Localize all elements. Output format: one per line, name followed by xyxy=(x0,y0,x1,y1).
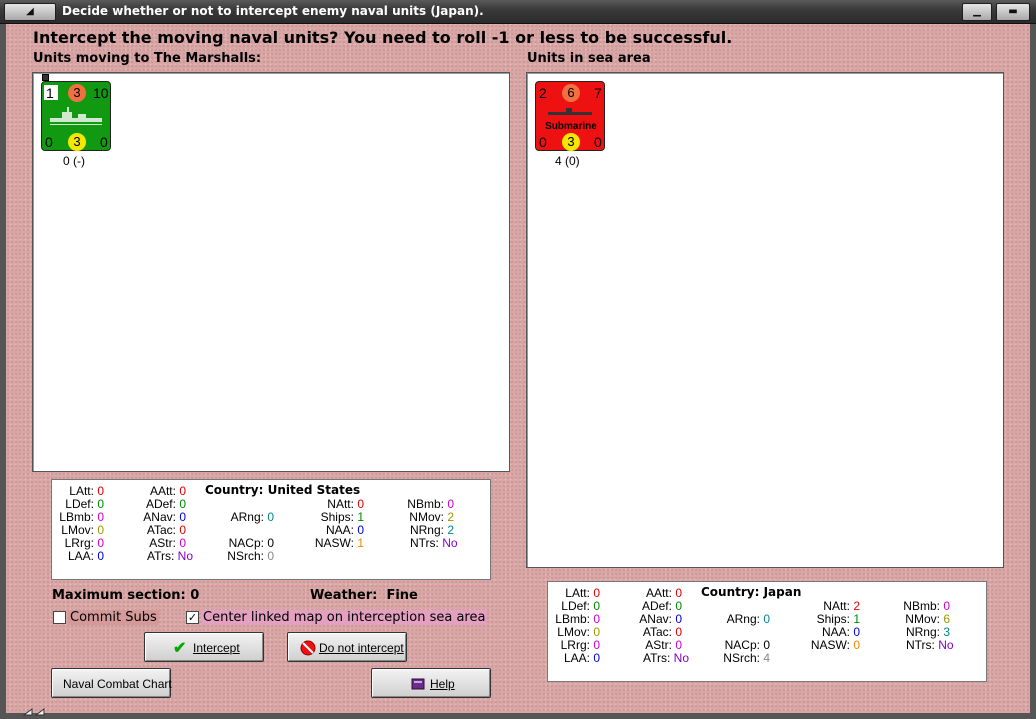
counter-bot-mid: 3 xyxy=(562,133,580,151)
stat-lrrg: LRrg: 0 xyxy=(560,638,600,652)
stat-nbmb: NBmb: 0 xyxy=(903,599,950,613)
unit-counter-caption: 0 (-) xyxy=(63,154,85,168)
system-menu-button[interactable]: ◢ xyxy=(4,3,56,21)
unit-marker-icon xyxy=(42,74,49,81)
center-map-checkbox[interactable]: ✓ xyxy=(186,611,199,624)
unit-counter-caption: 4 (0) xyxy=(555,154,580,168)
stat-ntrs: NTrs: No xyxy=(906,638,954,652)
window-title: Decide whether or not to intercept enemy… xyxy=(62,4,484,18)
stat-nmov: NMov: 2 xyxy=(409,510,454,524)
stat-adef: ADef: 0 xyxy=(641,599,682,613)
stat-natt: NAtt: 2 xyxy=(823,599,860,613)
stat-nacp: NACp: 0 xyxy=(228,536,274,550)
close-icon: ▬ xyxy=(1008,6,1018,17)
warship-icon xyxy=(50,107,102,125)
counter-bot-right: 0 xyxy=(594,134,602,150)
stat-nsrch: NSrch: 4 xyxy=(723,651,770,665)
weather-label: Weather: Fine xyxy=(310,588,418,603)
stat-arng: ARng: 0 xyxy=(230,510,274,524)
stat-nasw: NASW: 1 xyxy=(314,536,364,550)
window-menu-icon: ◢ xyxy=(26,6,34,17)
page-title: Intercept the moving naval units? You ne… xyxy=(33,28,733,47)
stat-anav: ANav: 0 xyxy=(143,510,186,524)
minimize-icon: ▁ xyxy=(973,6,981,17)
stat-ldef: LDef: 0 xyxy=(561,599,600,613)
stat-laa: LAA: 0 xyxy=(67,549,104,563)
commit-subs-checkbox[interactable] xyxy=(53,611,66,624)
commit-subs-label[interactable]: Commit Subs xyxy=(68,610,159,625)
stat-latt: LAtt: 0 xyxy=(565,586,600,600)
intercept-button[interactable]: ✔ Intercept xyxy=(144,632,264,662)
counter-top-mid: 3 xyxy=(68,84,86,102)
stat-nasw: NASW: 0 xyxy=(810,638,860,652)
counter-bot-left: 0 xyxy=(45,134,53,150)
do-not-intercept-button[interactable]: Do not intercept xyxy=(287,632,407,662)
country-label: Country: United States xyxy=(205,483,361,497)
max-section-label: Maximum section: 0 xyxy=(52,588,200,603)
japan-unit-stats: LAtt: 0 LDef: 0 LBmb: 0 LMov: 0 LRrg: 0 … xyxy=(547,581,987,682)
center-map-label[interactable]: Center linked map on interception sea ar… xyxy=(201,610,488,625)
stat-atac: ATac: 0 xyxy=(642,625,682,639)
naval-combat-chart-button[interactable]: Naval Combat Chart xyxy=(51,668,172,698)
stat-arng: ARng: 0 xyxy=(726,612,770,626)
stat-lmov: LMov: 0 xyxy=(61,523,104,537)
stat-ntrs: NTrs: No xyxy=(410,536,458,550)
sea-area-units-panel: 2 6 7 Submarine 0 3 0 4 (0) xyxy=(526,72,1004,568)
stat-astr: AStr: 0 xyxy=(645,638,682,652)
stat-ldef: LDef: 0 xyxy=(65,497,104,511)
minimize-button[interactable]: ▁ xyxy=(962,3,992,21)
stat-ships: Ships: 1 xyxy=(816,612,860,626)
counter-bot-right: 0 xyxy=(100,134,108,150)
checkmark-icon: ✔ xyxy=(173,640,187,657)
country-label: Country: Japan xyxy=(701,585,802,599)
stat-laa: LAA: 0 xyxy=(563,651,600,665)
moving-units-panel: 1 3 10 0 3 0 0 (-) xyxy=(32,72,510,472)
counter-top-mid: 6 xyxy=(562,84,580,102)
counter-top-left: 2 xyxy=(539,85,547,101)
resize-grip-icon[interactable] xyxy=(22,707,52,717)
stat-nrng: NRng: 2 xyxy=(409,523,454,537)
stat-nbmb: NBmb: 0 xyxy=(407,497,454,511)
submarine-icon xyxy=(548,108,592,115)
moving-units-label: Units moving to The Marshalls: xyxy=(33,51,262,66)
stat-naa: NAA: 0 xyxy=(325,523,364,537)
counter-top-left: 1 xyxy=(46,85,54,101)
counter-top-right: 7 xyxy=(594,85,602,101)
help-book-icon xyxy=(411,678,425,690)
stat-natt: NAtt: 0 xyxy=(327,497,364,511)
stat-naa: NAA: 0 xyxy=(821,625,860,639)
stat-aatt: AAtt: 0 xyxy=(149,484,186,498)
stat-ships: Ships: 1 xyxy=(320,510,364,524)
stat-atrs: ATrs: No xyxy=(147,549,194,563)
counter-unit-name: Submarine xyxy=(545,121,597,132)
stat-lbmb: LBmb: 0 xyxy=(59,510,104,524)
stat-lbmb: LBmb: 0 xyxy=(555,612,600,626)
stat-aatt: AAtt: 0 xyxy=(645,586,682,600)
stat-nacp: NACp: 0 xyxy=(724,638,770,652)
sea-area-units-label: Units in sea area xyxy=(527,51,651,66)
stat-adef: ADef: 0 xyxy=(145,497,186,511)
stat-nrng: NRng: 3 xyxy=(905,625,950,639)
stat-lrrg: LRrg: 0 xyxy=(64,536,104,550)
us-unit-stats: LAtt: 0 LDef: 0 LBmb: 0 LMov: 0 LRrg: 0 … xyxy=(51,479,491,580)
unit-counter-jp-submarine[interactable]: 2 6 7 Submarine 0 3 0 xyxy=(535,81,605,151)
help-button[interactable]: Help xyxy=(371,668,491,698)
weather-value: Fine xyxy=(386,588,418,603)
no-entry-icon xyxy=(300,640,316,656)
stat-atrs: ATrs: No xyxy=(643,651,690,665)
title-bar[interactable]: ◢ Decide whether or not to intercept ene… xyxy=(0,0,1036,24)
stat-atac: ATac: 0 xyxy=(146,523,186,537)
close-button[interactable]: ▬ xyxy=(996,3,1030,21)
counter-bot-mid: 3 xyxy=(68,133,86,151)
stat-nmov: NMov: 6 xyxy=(905,612,950,626)
unit-counter-us-ship[interactable]: 1 3 10 0 3 0 xyxy=(41,81,111,151)
stat-astr: AStr: 0 xyxy=(149,536,186,550)
stat-lmov: LMov: 0 xyxy=(557,625,600,639)
counter-top-right: 10 xyxy=(93,85,109,101)
stat-latt: LAtt: 0 xyxy=(69,484,104,498)
stat-anav: ANav: 0 xyxy=(639,612,682,626)
stat-nsrch: NSrch: 0 xyxy=(227,549,274,563)
counter-bot-left: 0 xyxy=(539,134,547,150)
